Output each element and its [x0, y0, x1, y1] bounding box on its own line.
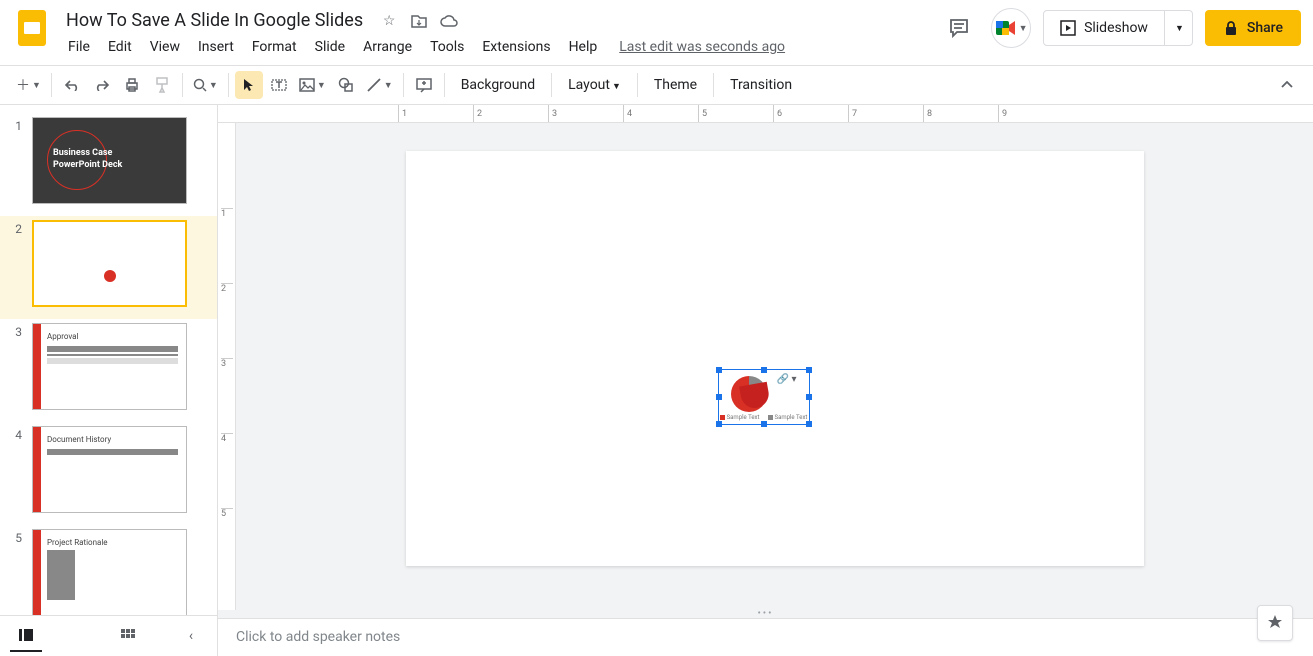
zoom-button[interactable]: ▼ [189, 71, 222, 99]
filmstrip-footer: ‹ [0, 615, 218, 655]
slideshow-dropdown[interactable]: ▼ [1164, 11, 1192, 45]
theme-button[interactable]: Theme [644, 77, 707, 93]
menu-edit[interactable]: Edit [100, 35, 140, 59]
menu-slide[interactable]: Slide [307, 35, 353, 59]
slide-thumb-2[interactable]: 2 [0, 216, 217, 319]
cloud-status-icon[interactable] [439, 11, 459, 31]
comment-button[interactable] [410, 71, 438, 99]
speaker-notes[interactable]: Click to add speaker notes [218, 618, 1313, 656]
menu-extensions[interactable]: Extensions [474, 35, 558, 59]
resize-handle[interactable] [806, 367, 812, 373]
chart-legend: Sample Text Sample Text [719, 414, 809, 421]
slide-thumb-4[interactable]: 4 Document History [0, 422, 217, 525]
resize-handle[interactable] [761, 421, 767, 427]
slideshow-button-group: Slideshow ▼ [1043, 10, 1193, 46]
chart-link-toolbar: 🔗 ▾ [777, 374, 803, 385]
canvas-area: 123456789 12345 🔗 [218, 105, 1313, 656]
paint-format-button[interactable] [148, 71, 176, 99]
present-icon [1060, 20, 1076, 36]
star-icon[interactable]: ☆ [379, 11, 399, 31]
menu-insert[interactable]: Insert [190, 35, 242, 59]
share-label: Share [1247, 20, 1283, 36]
slide-thumbnail: Project Rationale [32, 529, 187, 616]
filmstrip[interactable]: 1 Business Case PowerPoint Deck 2 3 Appr… [0, 105, 218, 656]
move-icon[interactable] [409, 11, 429, 31]
menu-format[interactable]: Format [244, 35, 305, 59]
slide-number: 5 [10, 529, 22, 616]
resize-handle[interactable] [761, 367, 767, 373]
menu-view[interactable]: View [142, 35, 188, 59]
toolbar: ＋▼ ▼ ▼ ▼ Background Layout▼ Theme Transi… [0, 65, 1313, 105]
shape-tool[interactable] [332, 71, 360, 99]
slides-logo[interactable] [12, 8, 52, 48]
slide-thumbnail: Document History [32, 426, 187, 513]
ruler-vertical[interactable]: 12345 [218, 123, 236, 610]
selected-chart-object[interactable]: 🔗 ▾ Sample Text Sample Text [718, 369, 810, 425]
comments-icon[interactable] [939, 8, 979, 48]
meet-icon[interactable]: ▼ [991, 8, 1031, 48]
slide-thumbnail: Approval [32, 323, 187, 410]
transition-button[interactable]: Transition [720, 77, 802, 93]
chevron-down-icon[interactable]: ▾ [792, 374, 803, 385]
ruler-horizontal[interactable]: 123456789 [218, 105, 1313, 123]
slide-number: 4 [10, 426, 22, 513]
resize-handle[interactable] [806, 421, 812, 427]
line-tool[interactable]: ▼ [362, 71, 397, 99]
image-tool[interactable]: ▼ [295, 71, 330, 99]
chevron-down-icon: ▼ [1019, 23, 1028, 34]
chevron-down-icon: ▼ [1175, 23, 1184, 34]
slideshow-label: Slideshow [1084, 20, 1148, 36]
header-right: ▼ Slideshow ▼ Share [939, 8, 1301, 48]
grid-view-icon[interactable] [112, 620, 144, 652]
resize-handle[interactable] [806, 394, 812, 400]
slide-number: 3 [10, 323, 22, 410]
header: How To Save A Slide In Google Slides ☆ F… [0, 0, 1313, 59]
menu-tools[interactable]: Tools [422, 35, 472, 59]
slide-canvas[interactable]: 🔗 ▾ Sample Text Sample Text [406, 151, 1144, 566]
slide-thumb-5[interactable]: 5 Project Rationale [0, 525, 217, 628]
share-button[interactable]: Share [1205, 10, 1301, 46]
select-tool[interactable] [235, 71, 263, 99]
document-title[interactable]: How To Save A Slide In Google Slides [60, 8, 369, 33]
resize-handle[interactable] [716, 394, 722, 400]
collapse-filmstrip-icon[interactable]: ‹ [175, 620, 207, 652]
title-area: How To Save A Slide In Google Slides ☆ F… [60, 8, 939, 59]
menu-help[interactable]: Help [561, 35, 606, 59]
redo-button[interactable] [88, 71, 116, 99]
last-edit-link[interactable]: Last edit was seconds ago [619, 39, 785, 55]
slideshow-button[interactable]: Slideshow [1044, 20, 1164, 36]
main-area: 1 Business Case PowerPoint Deck 2 3 Appr… [0, 105, 1313, 656]
slides-icon [16, 8, 48, 48]
slide-stage[interactable]: 🔗 ▾ Sample Text Sample Text [236, 123, 1313, 610]
filmstrip-view-icon[interactable] [10, 620, 42, 652]
lock-icon [1223, 20, 1239, 36]
menu-bar: File Edit View Insert Format Slide Arran… [60, 35, 939, 59]
slide-number: 1 [10, 117, 22, 204]
menu-file[interactable]: File [60, 35, 98, 59]
menu-arrange[interactable]: Arrange [355, 35, 420, 59]
collapse-toolbar-button[interactable] [1273, 71, 1301, 99]
slide-thumbnail: Business Case PowerPoint Deck [32, 117, 187, 204]
link-icon[interactable]: 🔗 [777, 374, 788, 385]
slide-thumbnail [32, 220, 187, 307]
layout-button[interactable]: Layout▼ [558, 77, 631, 93]
resize-handle[interactable] [716, 367, 722, 373]
new-slide-button[interactable]: ＋▼ [12, 71, 45, 99]
slide-thumb-3[interactable]: 3 Approval [0, 319, 217, 422]
undo-button[interactable] [58, 71, 86, 99]
notes-drag-handle[interactable]: ••• [218, 610, 1313, 618]
explore-button[interactable] [1257, 605, 1293, 641]
background-button[interactable]: Background [451, 77, 545, 93]
slide-number: 2 [10, 220, 22, 307]
textbox-tool[interactable] [265, 71, 293, 99]
slide-thumb-1[interactable]: 1 Business Case PowerPoint Deck [0, 113, 217, 216]
resize-handle[interactable] [716, 421, 722, 427]
print-button[interactable] [118, 71, 146, 99]
